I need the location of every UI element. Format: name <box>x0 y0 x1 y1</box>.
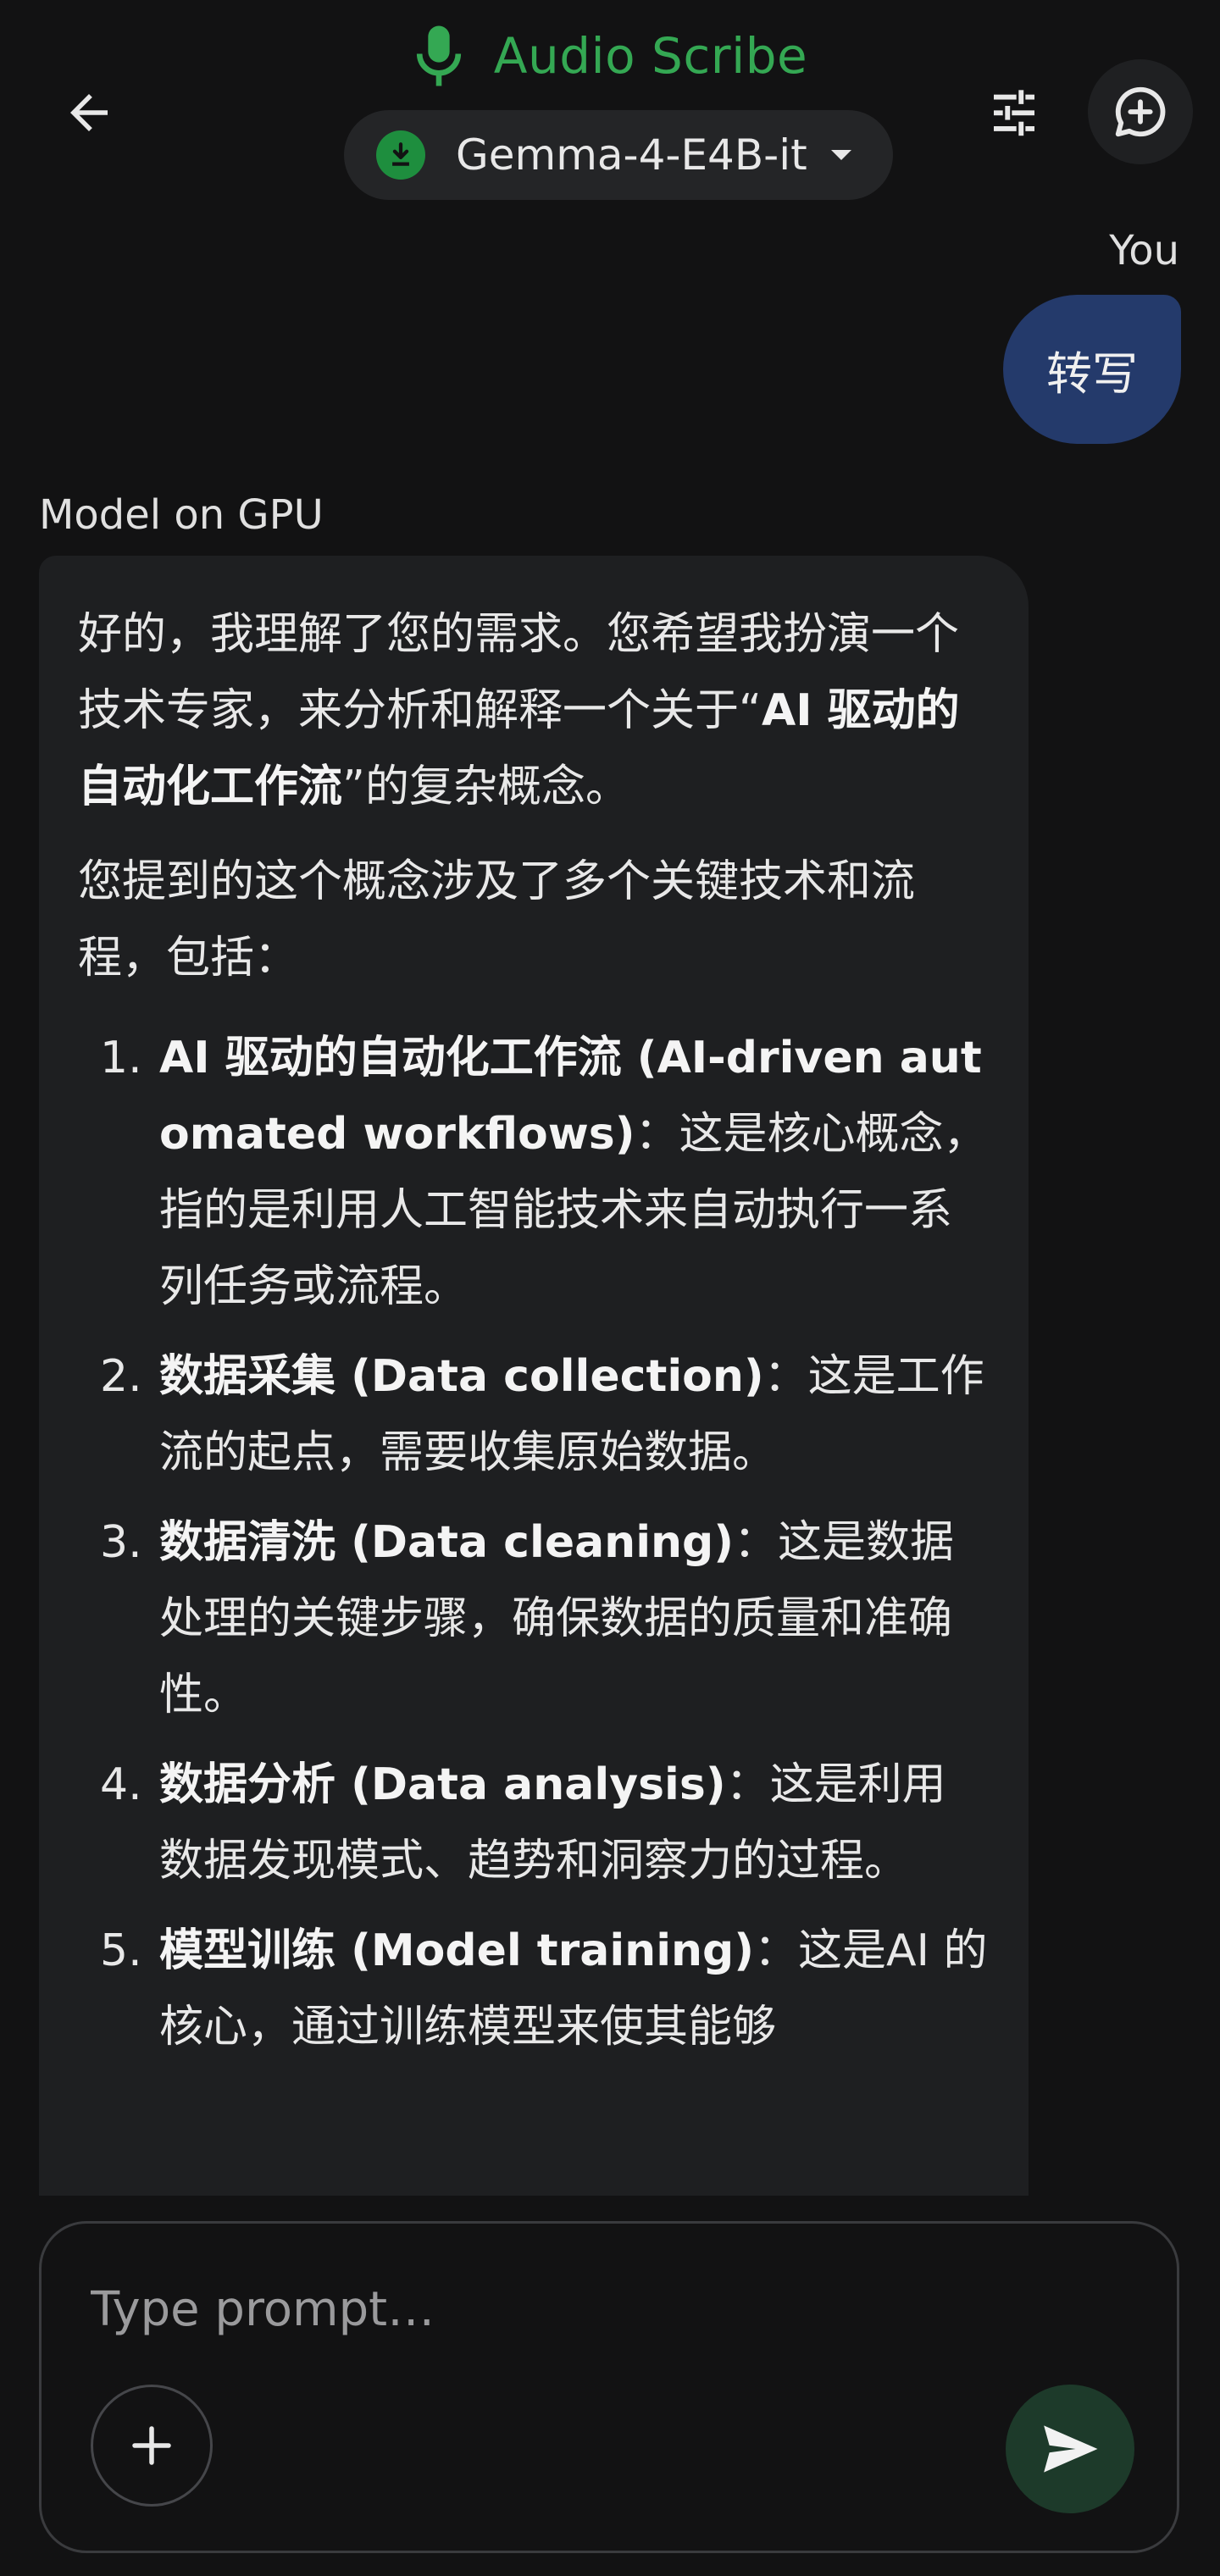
list-item: 4. 数据分析 (Data analysis)：这是利用数据发现模式、趋势和洞察力… <box>100 1759 946 1886</box>
user-message-bubble: 转写 <box>1003 295 1181 444</box>
sliders-icon <box>994 90 1034 136</box>
response-paragraph-2: 您提到的这个概念涉及了多个关键技术和流程，包括： <box>78 856 916 983</box>
model-message-bubble: 好的，我理解了您的需求。您希望我扮演一个技术专家，来分析和解释一个关于“AI 驱… <box>39 556 1029 2196</box>
chat-add-icon <box>1115 86 1166 137</box>
model-selector[interactable]: Gemma-4-E4B-it <box>344 110 893 200</box>
list-item: 5. 模型训练 (Model training)：这是AI 的核心，通过训练模型来… <box>100 1925 988 2052</box>
add-attachment-button[interactable] <box>91 2385 213 2507</box>
download-icon <box>376 130 425 180</box>
model-selector-label: Gemma-4-E4B-it <box>456 130 807 180</box>
send-icon <box>1044 2425 1098 2473</box>
list-item: 1. AI 驱动的自动化工作流 (AI-driven automated work… <box>100 1033 988 1312</box>
response-paragraph-1: 好的，我理解了您的需求。您希望我扮演一个技术专家，来分析和解释一个关于“AI 驱… <box>78 609 960 812</box>
top-app-bar: Audio Scribe Gemma-4-E4B-it <box>0 0 1220 220</box>
composer-panel <box>39 2221 1179 2553</box>
list-item: 3. 数据清洗 (Data cleaning)：这是数据处理的关键步骤，确保数据的… <box>100 1517 955 1720</box>
user-sender-label: You <box>1109 227 1179 274</box>
caret-down-icon <box>830 150 851 160</box>
new-chat-button[interactable] <box>1088 59 1193 164</box>
settings-button[interactable] <box>974 73 1054 152</box>
response-list: 1. AI 驱动的自动化工作流 (AI-driven automated work… <box>78 1020 988 2065</box>
list-item: 2. 数据采集 (Data collection)：这是工作流的起点，需要收集原始… <box>100 1351 984 1478</box>
prompt-input[interactable] <box>89 2274 1109 2344</box>
send-button[interactable] <box>1006 2385 1134 2513</box>
app-title: Audio Scribe <box>493 27 808 85</box>
model-sender-label: Model on GPU <box>39 491 324 539</box>
plus-icon <box>132 2426 171 2465</box>
microphone-icon <box>416 25 461 86</box>
arrow-left-icon <box>70 94 108 131</box>
